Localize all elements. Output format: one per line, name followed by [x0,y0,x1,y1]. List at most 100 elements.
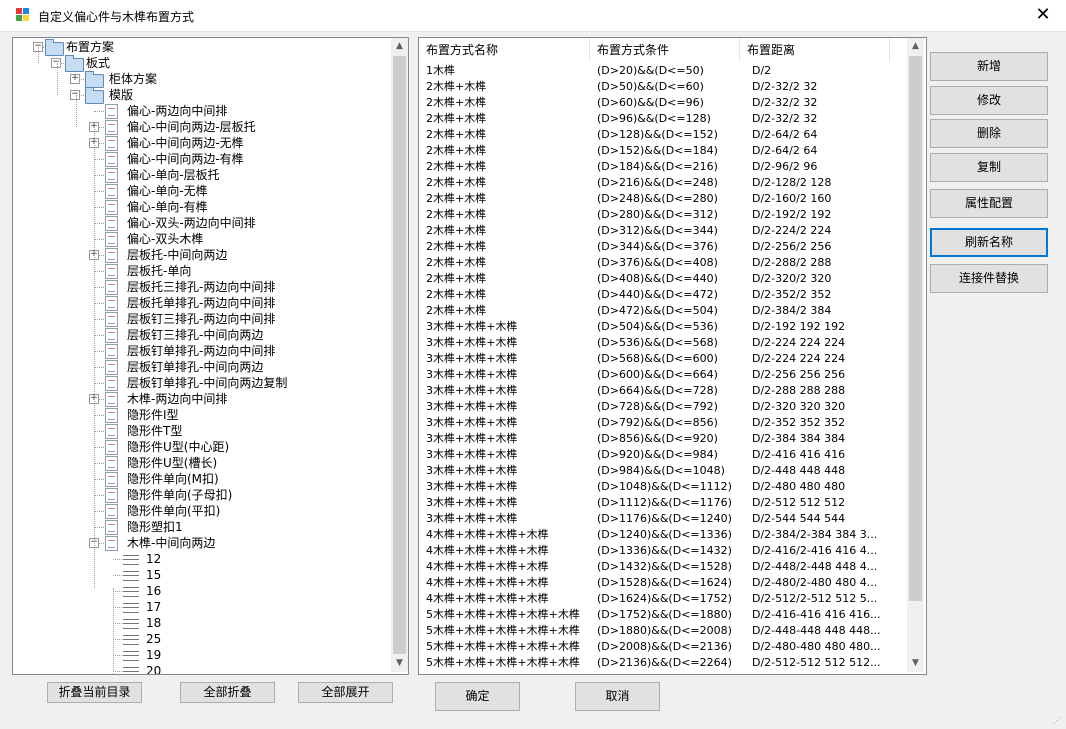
expand-node-icon[interactable]: + [70,74,80,84]
table-row[interactable]: 2木榫+木榫 (D>248)&&(D<=280) D/2-160/2 160 [419,191,907,207]
tree-template-node[interactable]: 偏心-两边向中间排 [13,103,391,119]
table-row[interactable]: 3木榫+木榫+木榫 (D>1112)&&(D<=1176) D/2-512 512 … [419,495,907,511]
table-row[interactable]: 4木榫+木榫+木榫+木榫 (D>1240)&&(D<=1336) D/2-384/2… [419,527,907,543]
tree-template-node[interactable]: 层板钉单排孔-中间向两边复制 [13,375,391,391]
modify-button[interactable]: 修改 [930,86,1048,115]
tree-template-node[interactable]: 偏心-双头木榫 [13,231,391,247]
table-row[interactable]: 3木榫+木榫+木榫 (D>504)&&(D<=536) D/2-192 192 19… [419,319,907,335]
tree-template-node[interactable]: 隐形件T型 [13,423,391,439]
tree-template-node[interactable]: + 层板托-中间向两边 [13,247,391,263]
tree-leaf-node[interactable]: 16 [13,583,391,599]
table-row[interactable]: 2木榫+木榫 (D>216)&&(D<=248) D/2-128/2 128 [419,175,907,191]
table-row[interactable]: 3木榫+木榫+木榫 (D>664)&&(D<=728) D/2-288 288 28… [419,383,907,399]
table-row[interactable]: 5木榫+木榫+木榫+木榫+木榫 (D>1880)&&(D<=2008) D/2-44… [419,623,907,639]
table-row[interactable]: 3木榫+木榫+木榫 (D>984)&&(D<=1048) D/2-448 448 4… [419,463,907,479]
tree-template-node[interactable]: + 偏心-中间向两边-层板托 [13,119,391,135]
tree-template-node[interactable]: 偏心-中间向两边-有榫 [13,151,391,167]
tree-template-node[interactable]: 层板钉单排孔-两边向中间排 [13,343,391,359]
copy-button[interactable]: 复制 [930,153,1048,182]
close-icon[interactable]: ✕ [1020,0,1066,31]
layout-table[interactable]: 布置方式名称 布置方式条件 布置距离 1木榫 (D>20)&&(D<=50) D/2… [418,37,927,675]
table-row[interactable]: 4木榫+木榫+木榫+木榫 (D>1528)&&(D<=1624) D/2-480/2… [419,575,907,591]
table-row[interactable]: 2木榫+木榫 (D>152)&&(D<=184) D/2-64/2 64 [419,143,907,159]
tree-folder-node[interactable]: − 模版 [13,87,391,104]
tree-folder-node[interactable]: + 柜体方案 [13,71,391,88]
tree-template-node[interactable]: 隐形塑扣1 [13,519,391,535]
tree-template-node[interactable]: 隐形件单向(平扣) [13,503,391,519]
table-row[interactable]: 2木榫+木榫 (D>440)&&(D<=472) D/2-352/2 352 [419,287,907,303]
tree-leaf-node[interactable]: 12 [13,551,391,567]
tree-scroll-thumb[interactable] [393,56,406,654]
table-row[interactable]: 5木榫+木榫+木榫+木榫+木榫 (D>2008)&&(D<=2136) D/2-48… [419,639,907,655]
tree-template-node[interactable]: − 木榫-中间向两边 [13,535,391,551]
table-row[interactable]: 4木榫+木榫+木榫+木榫 (D>1624)&&(D<=1752) D/2-512/2… [419,591,907,607]
tree-leaf-node[interactable]: 17 [13,599,391,615]
table-row[interactable]: 2木榫+木榫 (D>312)&&(D<=344) D/2-224/2 224 [419,223,907,239]
tree-template-node[interactable]: 偏心-单向-无榫 [13,183,391,199]
expand-all-button[interactable]: 全部展开 [298,682,393,703]
table-row[interactable]: 3木榫+木榫+木榫 (D>1176)&&(D<=1240) D/2-544 544 … [419,511,907,527]
tree-template-node[interactable]: 隐形件U型(槽长) [13,455,391,471]
tree-leaf-node[interactable]: 20 [13,663,391,674]
tree-template-node[interactable]: 隐形件U型(中心距) [13,439,391,455]
table-row[interactable]: 3木榫+木榫+木榫 (D>728)&&(D<=792) D/2-320 320 32… [419,399,907,415]
table-row[interactable]: 2木榫+木榫 (D>408)&&(D<=440) D/2-320/2 320 [419,271,907,287]
table-row[interactable]: 4木榫+木榫+木榫+木榫 (D>1336)&&(D<=1432) D/2-416/2… [419,543,907,559]
tree-template-node[interactable]: 偏心-单向-层板托 [13,167,391,183]
table-row[interactable]: 3木榫+木榫+木榫 (D>536)&&(D<=568) D/2-224 224 22… [419,335,907,351]
collapse-current-button[interactable]: 折叠当前目录 [47,682,142,703]
table-row[interactable]: 2木榫+木榫 (D>184)&&(D<=216) D/2-96/2 96 [419,159,907,175]
tree-template-node[interactable]: 层板钉单排孔-中间向两边 [13,359,391,375]
tree-template-node[interactable]: 偏心-双头-两边向中间排 [13,215,391,231]
table-row[interactable]: 1木榫 (D>20)&&(D<=50) D/2 [419,63,907,79]
column-header-name[interactable]: 布置方式名称 [419,38,590,62]
tree-template-node[interactable]: + 偏心-中间向两边-无榫 [13,135,391,151]
tree-leaf-node[interactable]: 18 [13,615,391,631]
table-row[interactable]: 2木榫+木榫 (D>128)&&(D<=152) D/2-64/2 64 [419,127,907,143]
table-row[interactable]: 2木榫+木榫 (D>280)&&(D<=312) D/2-192/2 192 [419,207,907,223]
table-row[interactable]: 2木榫+木榫 (D>50)&&(D<=60) D/2-32/2 32 [419,79,907,95]
tree-leaf-node[interactable]: 15 [13,567,391,583]
collapse-all-button[interactable]: 全部折叠 [180,682,275,703]
table-row[interactable]: 2木榫+木榫 (D>96)&&(D<=128) D/2-32/2 32 [419,111,907,127]
tree-template-node[interactable]: 层板钉三排孔-中间向两边 [13,327,391,343]
connector-replace-button[interactable]: 连接件替换 [930,264,1048,293]
resize-grip-icon[interactable]: ⋰ [1053,716,1063,726]
tree-template-node[interactable]: + 木榫-两边向中间排 [13,391,391,407]
tree-template-node[interactable]: 层板钉三排孔-两边向中间排 [13,311,391,327]
collapse-node-icon[interactable]: − [70,90,80,100]
table-row[interactable]: 3木榫+木榫+木榫 (D>792)&&(D<=856) D/2-352 352 35… [419,415,907,431]
property-config-button[interactable]: 属性配置 [930,189,1048,218]
table-scroll-thumb[interactable] [909,56,922,601]
table-row[interactable]: 3木榫+木榫+木榫 (D>920)&&(D<=984) D/2-416 416 41… [419,447,907,463]
tree-template-node[interactable]: 隐形件单向(M扣) [13,471,391,487]
tree-template-node[interactable]: 隐形件I型 [13,407,391,423]
table-row[interactable]: 2木榫+木榫 (D>472)&&(D<=504) D/2-384/2 384 [419,303,907,319]
delete-button[interactable]: 删除 [930,119,1048,148]
tree-template-node[interactable]: 层板托单排孔-两边向中间排 [13,295,391,311]
table-row[interactable]: 2木榫+木榫 (D>60)&&(D<=96) D/2-32/2 32 [419,95,907,111]
table-row[interactable]: 2木榫+木榫 (D>344)&&(D<=376) D/2-256/2 256 [419,239,907,255]
collapse-node-icon[interactable]: − [51,58,61,68]
tree-leaf-node[interactable]: 25 [13,631,391,647]
table-row[interactable]: 5木榫+木榫+木榫+木榫+木榫 (D>1752)&&(D<=1880) D/2-41… [419,607,907,623]
refresh-name-button[interactable]: 刷新名称 [930,228,1048,257]
tree-vertical-scrollbar[interactable]: ▲ ▼ [391,38,408,672]
table-vertical-scrollbar[interactable]: ▲ ▼ [907,38,924,672]
table-row[interactable]: 3木榫+木榫+木榫 (D>600)&&(D<=664) D/2-256 256 25… [419,367,907,383]
scroll-up-icon[interactable]: ▲ [391,38,408,55]
scroll-up-icon[interactable]: ▲ [907,38,924,55]
table-row[interactable]: 3木榫+木榫+木榫 (D>568)&&(D<=600) D/2-224 224 22… [419,351,907,367]
tree-template-node[interactable]: 隐形件单向(子母扣) [13,487,391,503]
table-row[interactable]: 3木榫+木榫+木榫 (D>1048)&&(D<=1112) D/2-480 480 … [419,479,907,495]
column-header-distance[interactable]: 布置距离 [740,38,890,62]
table-row[interactable]: 3木榫+木榫+木榫 (D>856)&&(D<=920) D/2-384 384 38… [419,431,907,447]
ok-button[interactable]: 确定 [435,682,520,711]
tree-folder-node[interactable]: − 板式 [13,55,391,72]
cancel-button[interactable]: 取消 [575,682,660,711]
tree-template-node[interactable]: 层板托三排孔-两边向中间排 [13,279,391,295]
table-row[interactable]: 4木榫+木榫+木榫+木榫 (D>1432)&&(D<=1528) D/2-448/2… [419,559,907,575]
new-button[interactable]: 新增 [930,52,1048,81]
tree-folder-node[interactable]: − 布置方案 [13,39,391,56]
table-row[interactable]: 5木榫+木榫+木榫+木榫+木榫 (D>2136)&&(D<=2264) D/2-51… [419,655,907,671]
